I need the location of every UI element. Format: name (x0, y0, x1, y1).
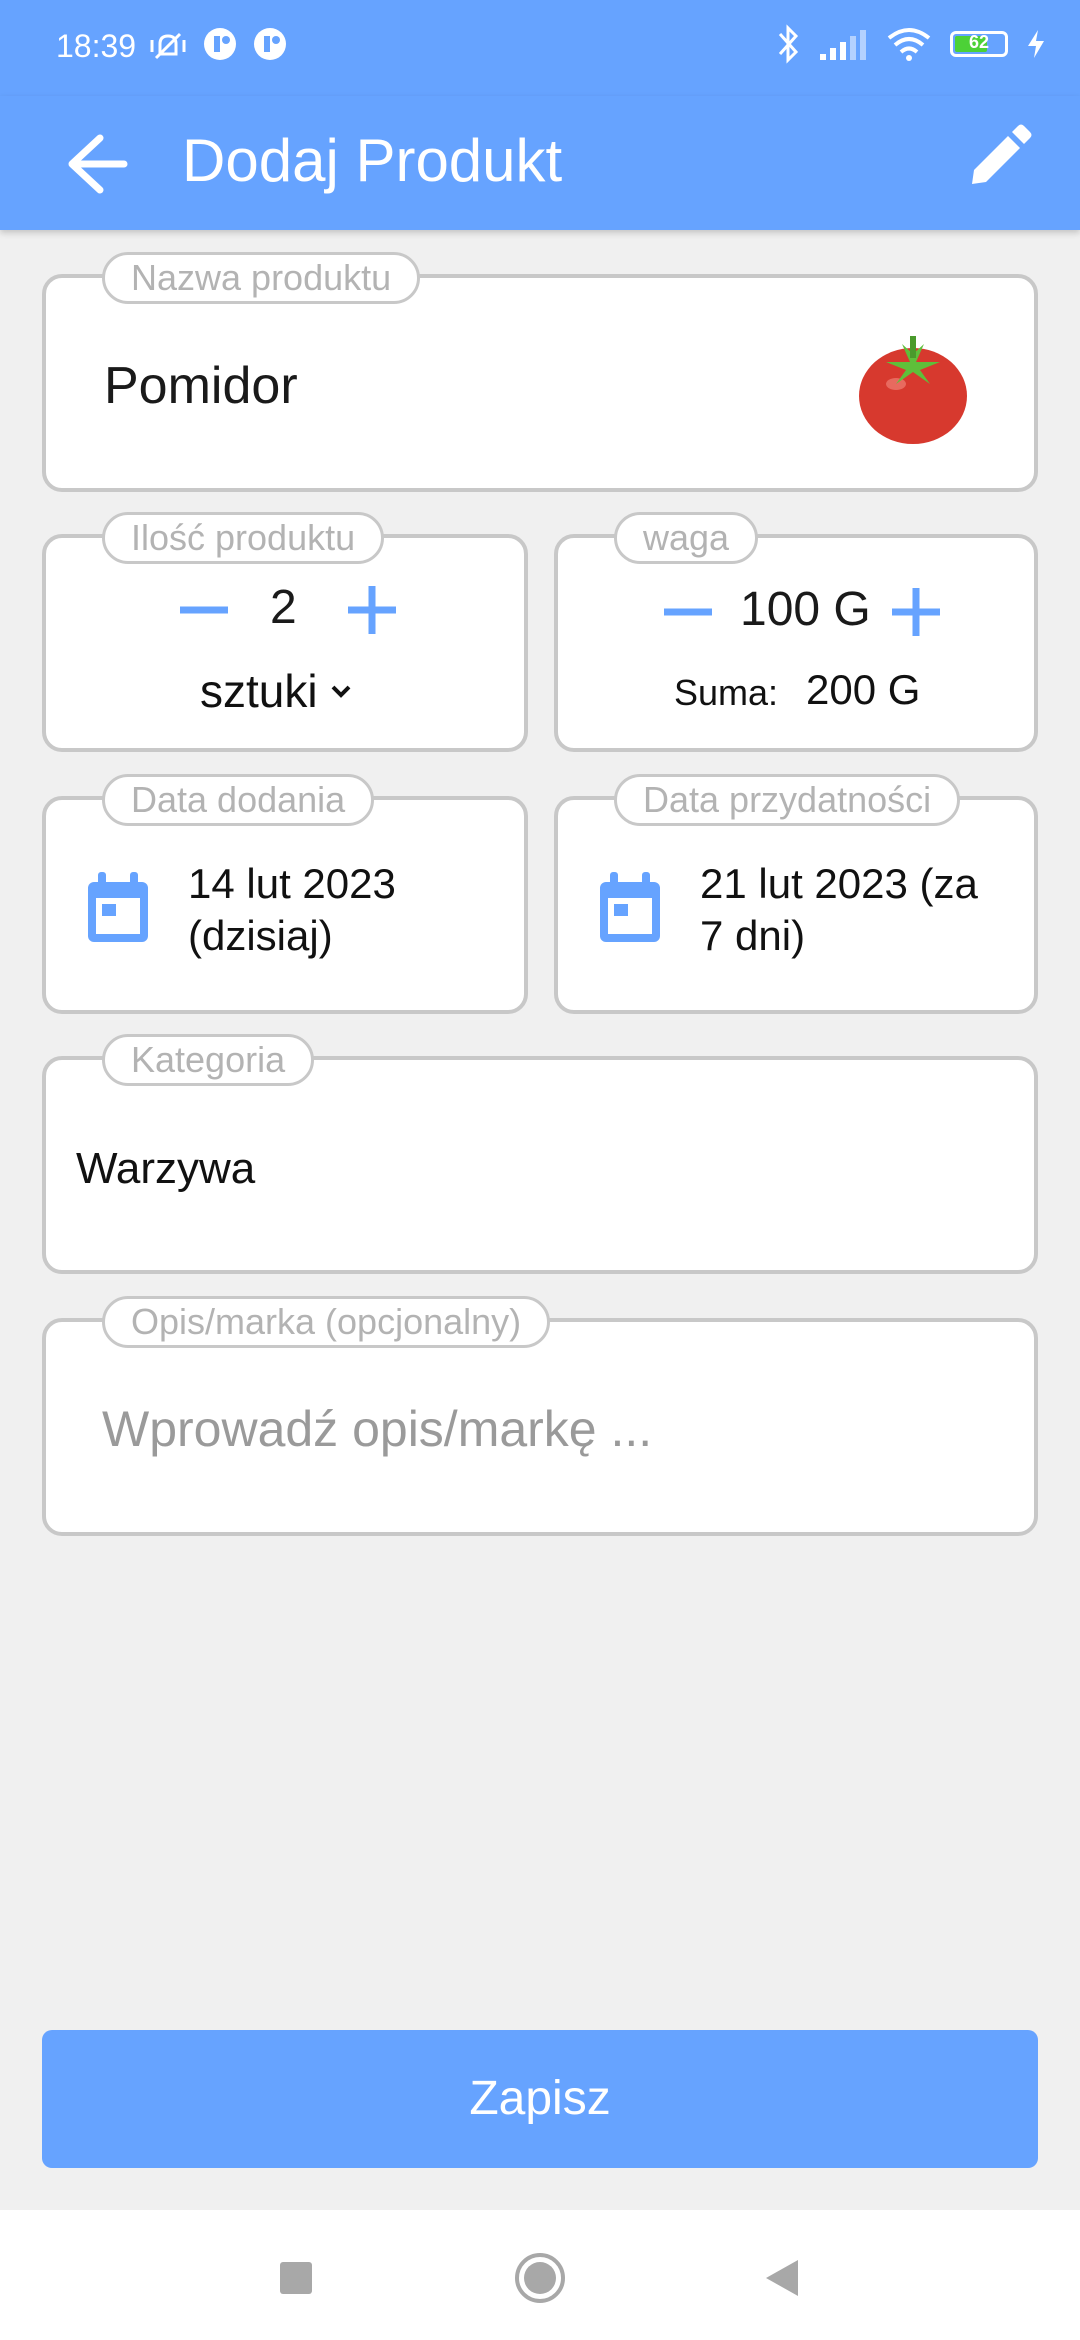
calendar-icon (88, 872, 148, 942)
date-added-field[interactable]: Data dodania 14 lut 2023 (dzisiaj) (42, 774, 528, 1014)
description-label: Opis/marka (opcjonalny) (102, 1296, 551, 1348)
arrow-back-icon[interactable] (52, 124, 132, 204)
app-notification-icon (254, 28, 286, 60)
bluetooth-icon (778, 24, 799, 64)
plus-icon[interactable] (886, 582, 946, 642)
expiry-date-line1: 21 lut 2023 (za (700, 860, 978, 907)
signal-icon (820, 30, 866, 60)
weight-field: waga 100 G Suma: 200 G (554, 512, 1038, 752)
quantity-label: Ilość produktu (102, 512, 385, 564)
battery-icon: 62 (950, 31, 1008, 57)
expiry-date-label: Data przydatności (614, 774, 961, 826)
product-name-label: Nazwa produktu (102, 252, 421, 304)
category-label: Kategoria (102, 1034, 315, 1086)
unit-dropdown[interactable]: sztuki (200, 664, 356, 718)
wifi-icon (887, 28, 931, 61)
quantity-field: Ilość produktu 2 sztuki (42, 512, 528, 752)
navigation-bar (0, 2210, 1080, 2340)
description-field: Opis/marka (opcjonalny) (42, 1296, 1038, 1536)
back-triangle-icon[interactable] (762, 2256, 802, 2300)
chevron-down-icon (331, 685, 351, 698)
tomato-icon[interactable] (858, 332, 968, 446)
status-bar: 18:39 62 (0, 0, 1080, 96)
status-left-icons (148, 26, 288, 66)
charging-icon (1028, 30, 1044, 58)
weight-sum-label: Suma: (674, 672, 779, 713)
category-field[interactable]: Kategoria Warzywa (42, 1034, 1038, 1274)
status-right-icons: 62 (776, 24, 1046, 64)
category-value: Warzywa (76, 1144, 256, 1193)
expiry-date-line2: 7 dni) (700, 912, 806, 959)
minus-icon[interactable] (174, 580, 234, 640)
unit-value: sztuki (200, 665, 318, 717)
date-added-line2: (dzisiaj) (188, 912, 333, 959)
app-notification-icon (204, 28, 236, 60)
home-icon[interactable] (513, 2251, 567, 2305)
quantity-value[interactable]: 2 (270, 580, 297, 635)
description-input[interactable] (100, 1388, 984, 1470)
weight-value[interactable]: 100 G (740, 582, 871, 637)
pencil-icon[interactable] (958, 118, 1038, 198)
date-added-label: Data dodania (102, 774, 375, 826)
calendar-icon (600, 872, 660, 942)
app-bar: Dodaj Produkt (0, 96, 1080, 230)
status-time: 18:39 (56, 28, 137, 64)
product-name-field[interactable]: Nazwa produktu Pomidor (42, 252, 1038, 492)
product-name-value[interactable]: Pomidor (104, 356, 298, 416)
page-title: Dodaj Produkt (182, 127, 563, 194)
weight-label: waga (614, 512, 759, 564)
weight-sum-value: 200 G (806, 666, 921, 713)
save-button[interactable]: Zapisz (42, 2030, 1038, 2168)
plus-icon[interactable] (342, 580, 402, 640)
minus-icon[interactable] (658, 582, 718, 642)
expiry-date-field[interactable]: Data przydatności 21 lut 2023 (za 7 dni) (554, 774, 1038, 1014)
mute-vibrate-icon (150, 32, 186, 60)
date-added-line1: 14 lut 2023 (188, 860, 396, 907)
recent-apps-icon[interactable] (276, 2258, 316, 2298)
battery-level: 62 (968, 32, 990, 52)
